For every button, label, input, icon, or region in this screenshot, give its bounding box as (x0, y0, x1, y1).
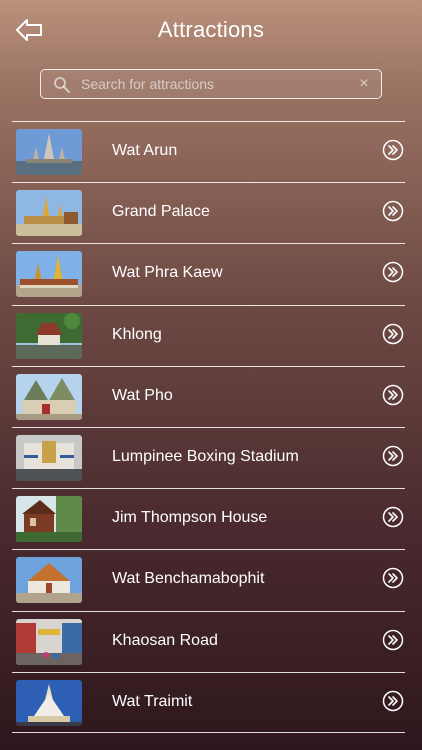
list-item-label: Wat Traimit (112, 692, 193, 710)
list-item[interactable]: Lumpinee Boxing Stadium (12, 426, 405, 488)
page-title: Attractions (157, 17, 265, 42)
grand-palace-thumbnail (16, 190, 82, 237)
list-item-label: Wat Arun (112, 142, 178, 159)
double-chevron-right-icon[interactable] (382, 261, 404, 283)
khlong-thumbnail (16, 312, 82, 359)
double-chevron-right-icon[interactable] (382, 629, 404, 651)
wat-phra-kaew-thumbnail (16, 251, 82, 298)
jim-thompson-thumbnail (16, 496, 82, 543)
attractions-list: Wat Arun Grand Palace Wat Phra Kaew Khlo… (12, 121, 405, 733)
double-chevron-right-icon[interactable] (382, 567, 404, 589)
list-item-label: Lumpinee Boxing Stadium (112, 447, 299, 465)
nav-bar: Attractions (0, 0, 422, 60)
wat-arun-thumbnail (16, 129, 82, 175)
list-item-label: Grand Palace (112, 203, 210, 221)
lumpinee-thumbnail (16, 434, 82, 481)
list-item-label: Wat Pho (112, 386, 173, 404)
list-item-label: Jim Thompson House (112, 509, 268, 527)
list-item[interactable]: Wat Benchamabophit (12, 549, 405, 610)
double-chevron-right-icon[interactable] (382, 323, 404, 345)
list-item[interactable]: Wat Arun (12, 121, 405, 182)
wat-benchamabophit-thumbnail (16, 557, 82, 604)
double-chevron-right-icon[interactable] (382, 445, 404, 467)
wat-traimit-thumbnail (16, 679, 82, 726)
list-item[interactable]: Wat Traimit (12, 671, 405, 733)
search-icon (54, 77, 70, 93)
search-bar[interactable]: × (40, 69, 382, 99)
khaosan-road-thumbnail (16, 618, 82, 665)
double-chevron-right-icon[interactable] (382, 200, 404, 222)
double-chevron-right-icon[interactable] (382, 506, 404, 528)
list-item-label: Wat Phra Kaew (112, 264, 223, 282)
double-chevron-right-icon[interactable] (382, 139, 404, 161)
list-item[interactable]: Khaosan Road (12, 610, 405, 672)
list-item-label: Khaosan Road (112, 631, 218, 649)
double-chevron-right-icon[interactable] (382, 384, 404, 406)
list-item[interactable]: Khlong (12, 304, 405, 366)
list-item[interactable]: Jim Thompson House (12, 488, 405, 549)
list-item-label: Wat Benchamabophit (112, 570, 265, 588)
search-input[interactable] (81, 72, 351, 96)
double-chevron-right-icon[interactable] (382, 690, 404, 712)
list-item-label: Khlong (112, 325, 162, 343)
clear-search-icon[interactable]: × (357, 75, 371, 93)
list-item[interactable]: Grand Palace (12, 182, 405, 243)
wat-pho-thumbnail (16, 373, 82, 420)
list-item[interactable]: Wat Phra Kaew (12, 243, 405, 304)
list-item[interactable]: Wat Pho (12, 365, 405, 427)
